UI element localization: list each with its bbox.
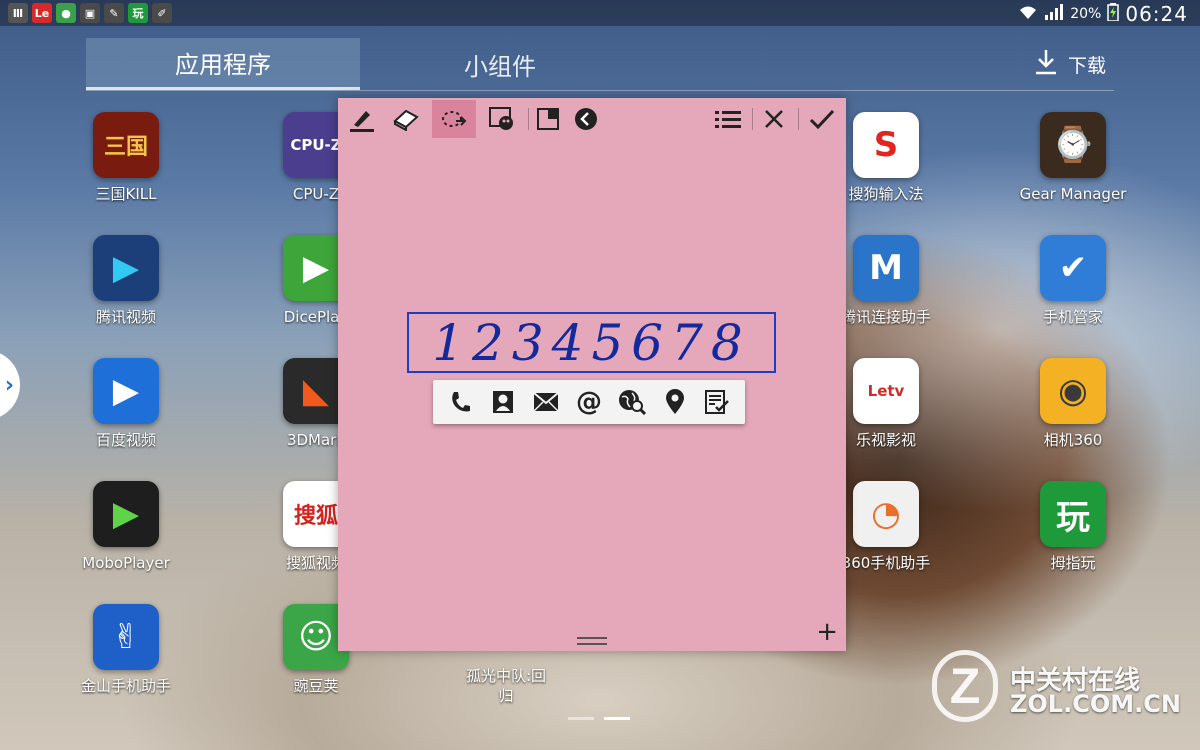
eraser-tool-icon[interactable] bbox=[384, 100, 428, 138]
letv-icon: Letv bbox=[853, 358, 919, 424]
360-notification-icon: ● bbox=[56, 3, 76, 23]
contact-icon[interactable] bbox=[485, 384, 521, 420]
page-dot-active[interactable] bbox=[604, 717, 630, 720]
list-icon[interactable] bbox=[706, 100, 750, 138]
page-indicator bbox=[568, 717, 630, 720]
status-bar: Ⅲ Le ● ▣ ✎ 玩 ✐ 20% 06:24 bbox=[0, 0, 1200, 26]
app-game[interactable]: 孤光中队:回归 bbox=[441, 666, 571, 706]
app-label: 三国KILL bbox=[95, 185, 157, 203]
chevron-right-icon: › bbox=[4, 372, 14, 398]
baidu-video-icon: ▶ bbox=[93, 358, 159, 424]
notification-icons: Ⅲ Le ● ▣ ✎ 玩 ✐ bbox=[8, 3, 172, 23]
app-phone-manager[interactable]: ✔ 手机管家 bbox=[1008, 235, 1138, 327]
phone-call-icon[interactable] bbox=[442, 384, 478, 420]
gallery-notification-icon: ▣ bbox=[80, 3, 100, 23]
sim-icon: Ⅲ bbox=[8, 3, 28, 23]
battery-charging-icon bbox=[1107, 3, 1120, 25]
app-gear-manager[interactable]: ⌚ Gear Manager bbox=[1008, 112, 1138, 204]
sogou-input-icon: S bbox=[853, 112, 919, 178]
app-kingsoft-assistant[interactable]: ✌ 金山手机助手 bbox=[61, 604, 191, 696]
status-indicators: 20% 06:24 bbox=[1018, 2, 1188, 26]
signal-icon bbox=[1044, 4, 1064, 24]
download-button[interactable]: 下载 bbox=[1020, 38, 1120, 90]
app-label: 豌豆荚 bbox=[293, 677, 339, 695]
muzhiwan-icon: 玩 bbox=[1040, 481, 1106, 547]
email-icon[interactable]: @ bbox=[571, 384, 607, 420]
map-location-icon[interactable] bbox=[657, 384, 693, 420]
game-notification-icon: 玩 bbox=[128, 3, 148, 23]
tab-apps[interactable]: 应用程序 bbox=[86, 38, 360, 90]
background-palette-icon[interactable] bbox=[480, 100, 524, 138]
handwritten-numbers: 12345678 bbox=[432, 313, 751, 372]
toolbar-divider bbox=[798, 108, 799, 130]
close-icon[interactable] bbox=[752, 100, 796, 138]
phone-manager-icon: ✔ bbox=[1040, 235, 1106, 301]
app-baidu-video[interactable]: ▶ 百度视频 bbox=[61, 358, 191, 450]
message-icon[interactable] bbox=[528, 384, 564, 420]
app-label: 手机管家 bbox=[1042, 308, 1103, 326]
app-label: 相机360 bbox=[1043, 431, 1103, 449]
app-label: MoboPlayer bbox=[82, 554, 170, 572]
gear-manager-icon: ⌚ bbox=[1040, 112, 1106, 178]
app-label: Gear Manager bbox=[1019, 185, 1127, 203]
side-panel-handle[interactable]: › bbox=[0, 350, 20, 420]
memo-toolbar bbox=[338, 98, 846, 140]
app-sanguokill[interactable]: 三国三国KILL bbox=[61, 112, 191, 204]
app-label: 百度视频 bbox=[95, 431, 156, 449]
tencent-connect-icon: M bbox=[853, 235, 919, 301]
action-memo-window[interactable]: 12345678 @ + bbox=[338, 98, 846, 651]
app-tencent-video[interactable]: ▶ 腾讯视频 bbox=[61, 235, 191, 327]
download-label: 下载 bbox=[1067, 54, 1106, 77]
page-dot[interactable] bbox=[568, 717, 594, 720]
zol-logo: Z bbox=[932, 650, 998, 722]
sanguokill-icon: 三国 bbox=[93, 112, 159, 178]
app-label: 金山手机助手 bbox=[80, 677, 171, 695]
app-label: 孤光中队:回归 bbox=[465, 667, 547, 705]
app-muzhiwan[interactable]: 玩拇指玩 bbox=[1008, 481, 1138, 573]
resize-handle[interactable] bbox=[577, 637, 607, 645]
lasso-selection-icon[interactable] bbox=[432, 100, 476, 138]
tencent-video-icon: ▶ bbox=[93, 235, 159, 301]
linked-actions-bar: @ bbox=[433, 380, 745, 424]
tab-widgets[interactable]: 小组件 bbox=[360, 38, 640, 90]
pen-notification-icon: ✎ bbox=[104, 3, 124, 23]
back-icon[interactable] bbox=[564, 100, 608, 138]
battery-percent: 20% bbox=[1070, 6, 1102, 22]
add-icon[interactable]: + bbox=[816, 617, 838, 647]
check-icon[interactable] bbox=[800, 100, 844, 138]
app-label: 腾讯视频 bbox=[95, 308, 156, 326]
wifi-icon bbox=[1018, 4, 1038, 24]
tab-divider bbox=[86, 90, 1114, 91]
app-moboplayer[interactable]: ▶ MoboPlayer bbox=[61, 481, 191, 573]
download-icon bbox=[1034, 48, 1058, 81]
kingsoft-assistant-icon: ✌ bbox=[93, 604, 159, 670]
camera360-icon: ◉ bbox=[1040, 358, 1106, 424]
edit-notification-icon: ✐ bbox=[152, 3, 172, 23]
web-search-icon[interactable] bbox=[614, 384, 650, 420]
clock: 06:24 bbox=[1125, 2, 1188, 26]
app-camera360[interactable]: ◉ 相机360 bbox=[1008, 358, 1138, 450]
watermark-en: ZOL.COM.CN bbox=[1010, 690, 1181, 718]
letv-notification-icon: Le bbox=[32, 3, 52, 23]
app-label: 拇指玩 bbox=[1050, 554, 1096, 572]
pen-tool-icon[interactable] bbox=[340, 100, 384, 138]
360-assistant-icon: ◔ bbox=[853, 481, 919, 547]
moboplayer-icon: ▶ bbox=[93, 481, 159, 547]
handwriting-selection[interactable]: 12345678 bbox=[407, 312, 776, 373]
task-icon[interactable] bbox=[699, 384, 735, 420]
